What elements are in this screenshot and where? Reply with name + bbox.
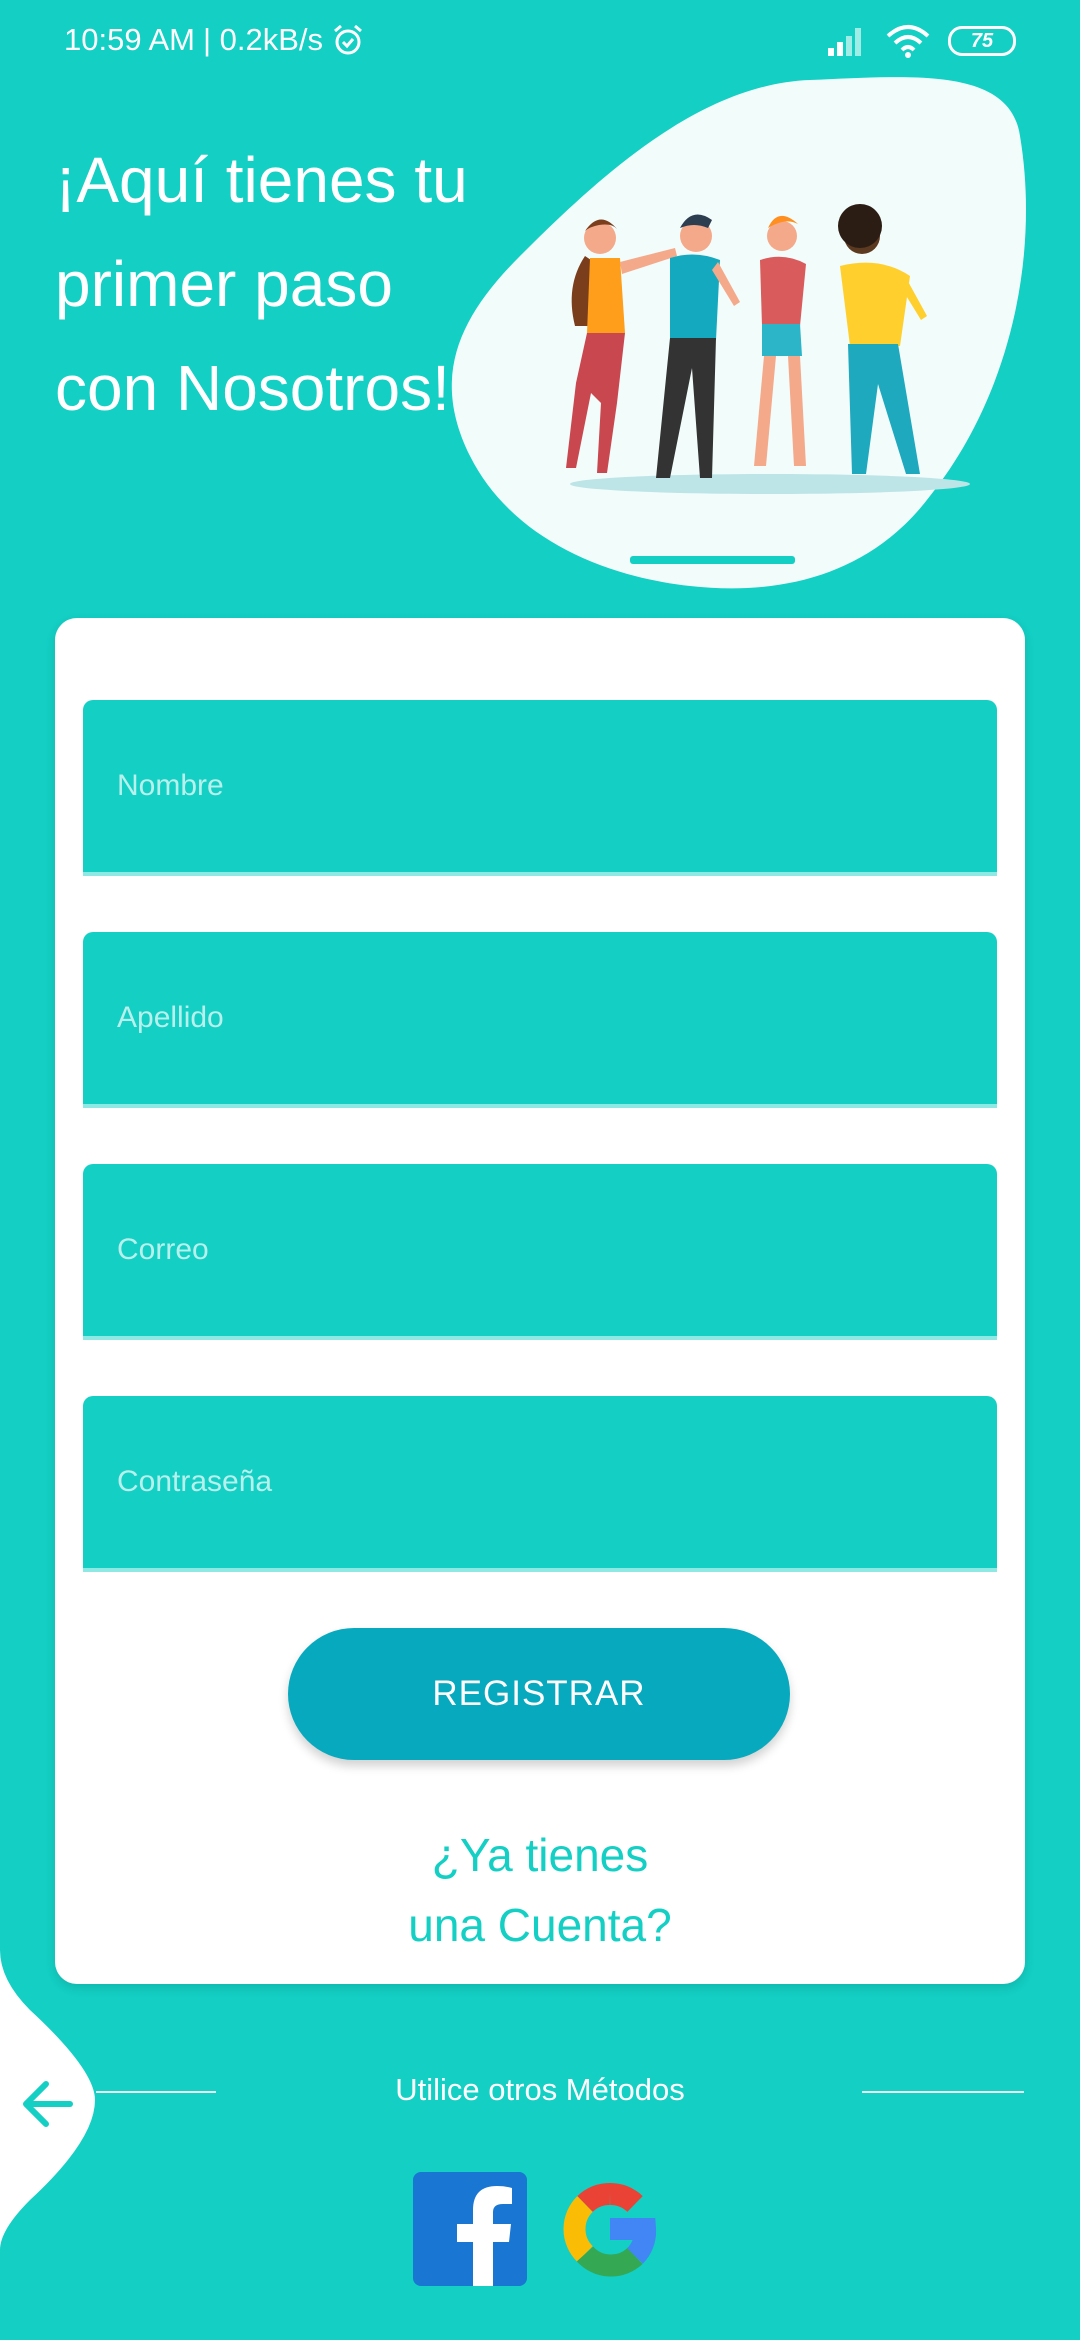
wifi-icon <box>886 25 930 58</box>
google-icon[interactable] <box>553 2172 667 2286</box>
login-link-line2[interactable]: una Cuenta? <box>55 1890 1025 1960</box>
last-name-field[interactable] <box>83 932 997 1108</box>
first-name-field[interactable] <box>83 700 997 876</box>
login-link[interactable]: ¿Ya tienes una Cuenta? <box>55 1820 1025 1960</box>
first-name-input[interactable] <box>117 769 997 803</box>
status-network-speed: | 0.2kB/s <box>202 22 324 57</box>
email-field[interactable] <box>83 1164 997 1340</box>
hero-illustration <box>451 77 1026 589</box>
registration-card: REGISTRAR ¿Ya tienes una Cuenta? <box>55 618 1025 1984</box>
divider-right <box>862 2091 1024 2093</box>
status-left: 10:59 AM | 0.2kB/s <box>64 22 365 58</box>
battery-icon: 75 <box>948 26 1016 56</box>
status-bar: 10:59 AM | 0.2kB/s 75 <box>0 0 1080 88</box>
page-title: ¡Aquí tienes tu primer paso con Nosotros… <box>55 144 468 424</box>
alarm-icon <box>334 24 363 55</box>
facebook-icon[interactable] <box>413 2172 527 2286</box>
password-field[interactable] <box>83 1396 997 1572</box>
password-input[interactable] <box>117 1465 997 1499</box>
hero-blob-shape <box>451 77 1026 589</box>
status-time: 10:59 AM <box>64 22 195 57</box>
status-right: 75 <box>828 24 1016 58</box>
signal-icon <box>828 28 861 56</box>
battery-level: 75 <box>970 29 994 52</box>
login-link-line1[interactable]: ¿Ya tienes <box>55 1820 1025 1890</box>
divider-left <box>96 2091 216 2093</box>
email-input[interactable] <box>117 1233 997 1267</box>
last-name-input[interactable] <box>117 1001 997 1035</box>
other-methods-label: Utilice otros Métodos <box>395 2072 685 2107</box>
register-button[interactable]: REGISTRAR <box>288 1628 790 1760</box>
back-button[interactable] <box>0 1950 100 2250</box>
